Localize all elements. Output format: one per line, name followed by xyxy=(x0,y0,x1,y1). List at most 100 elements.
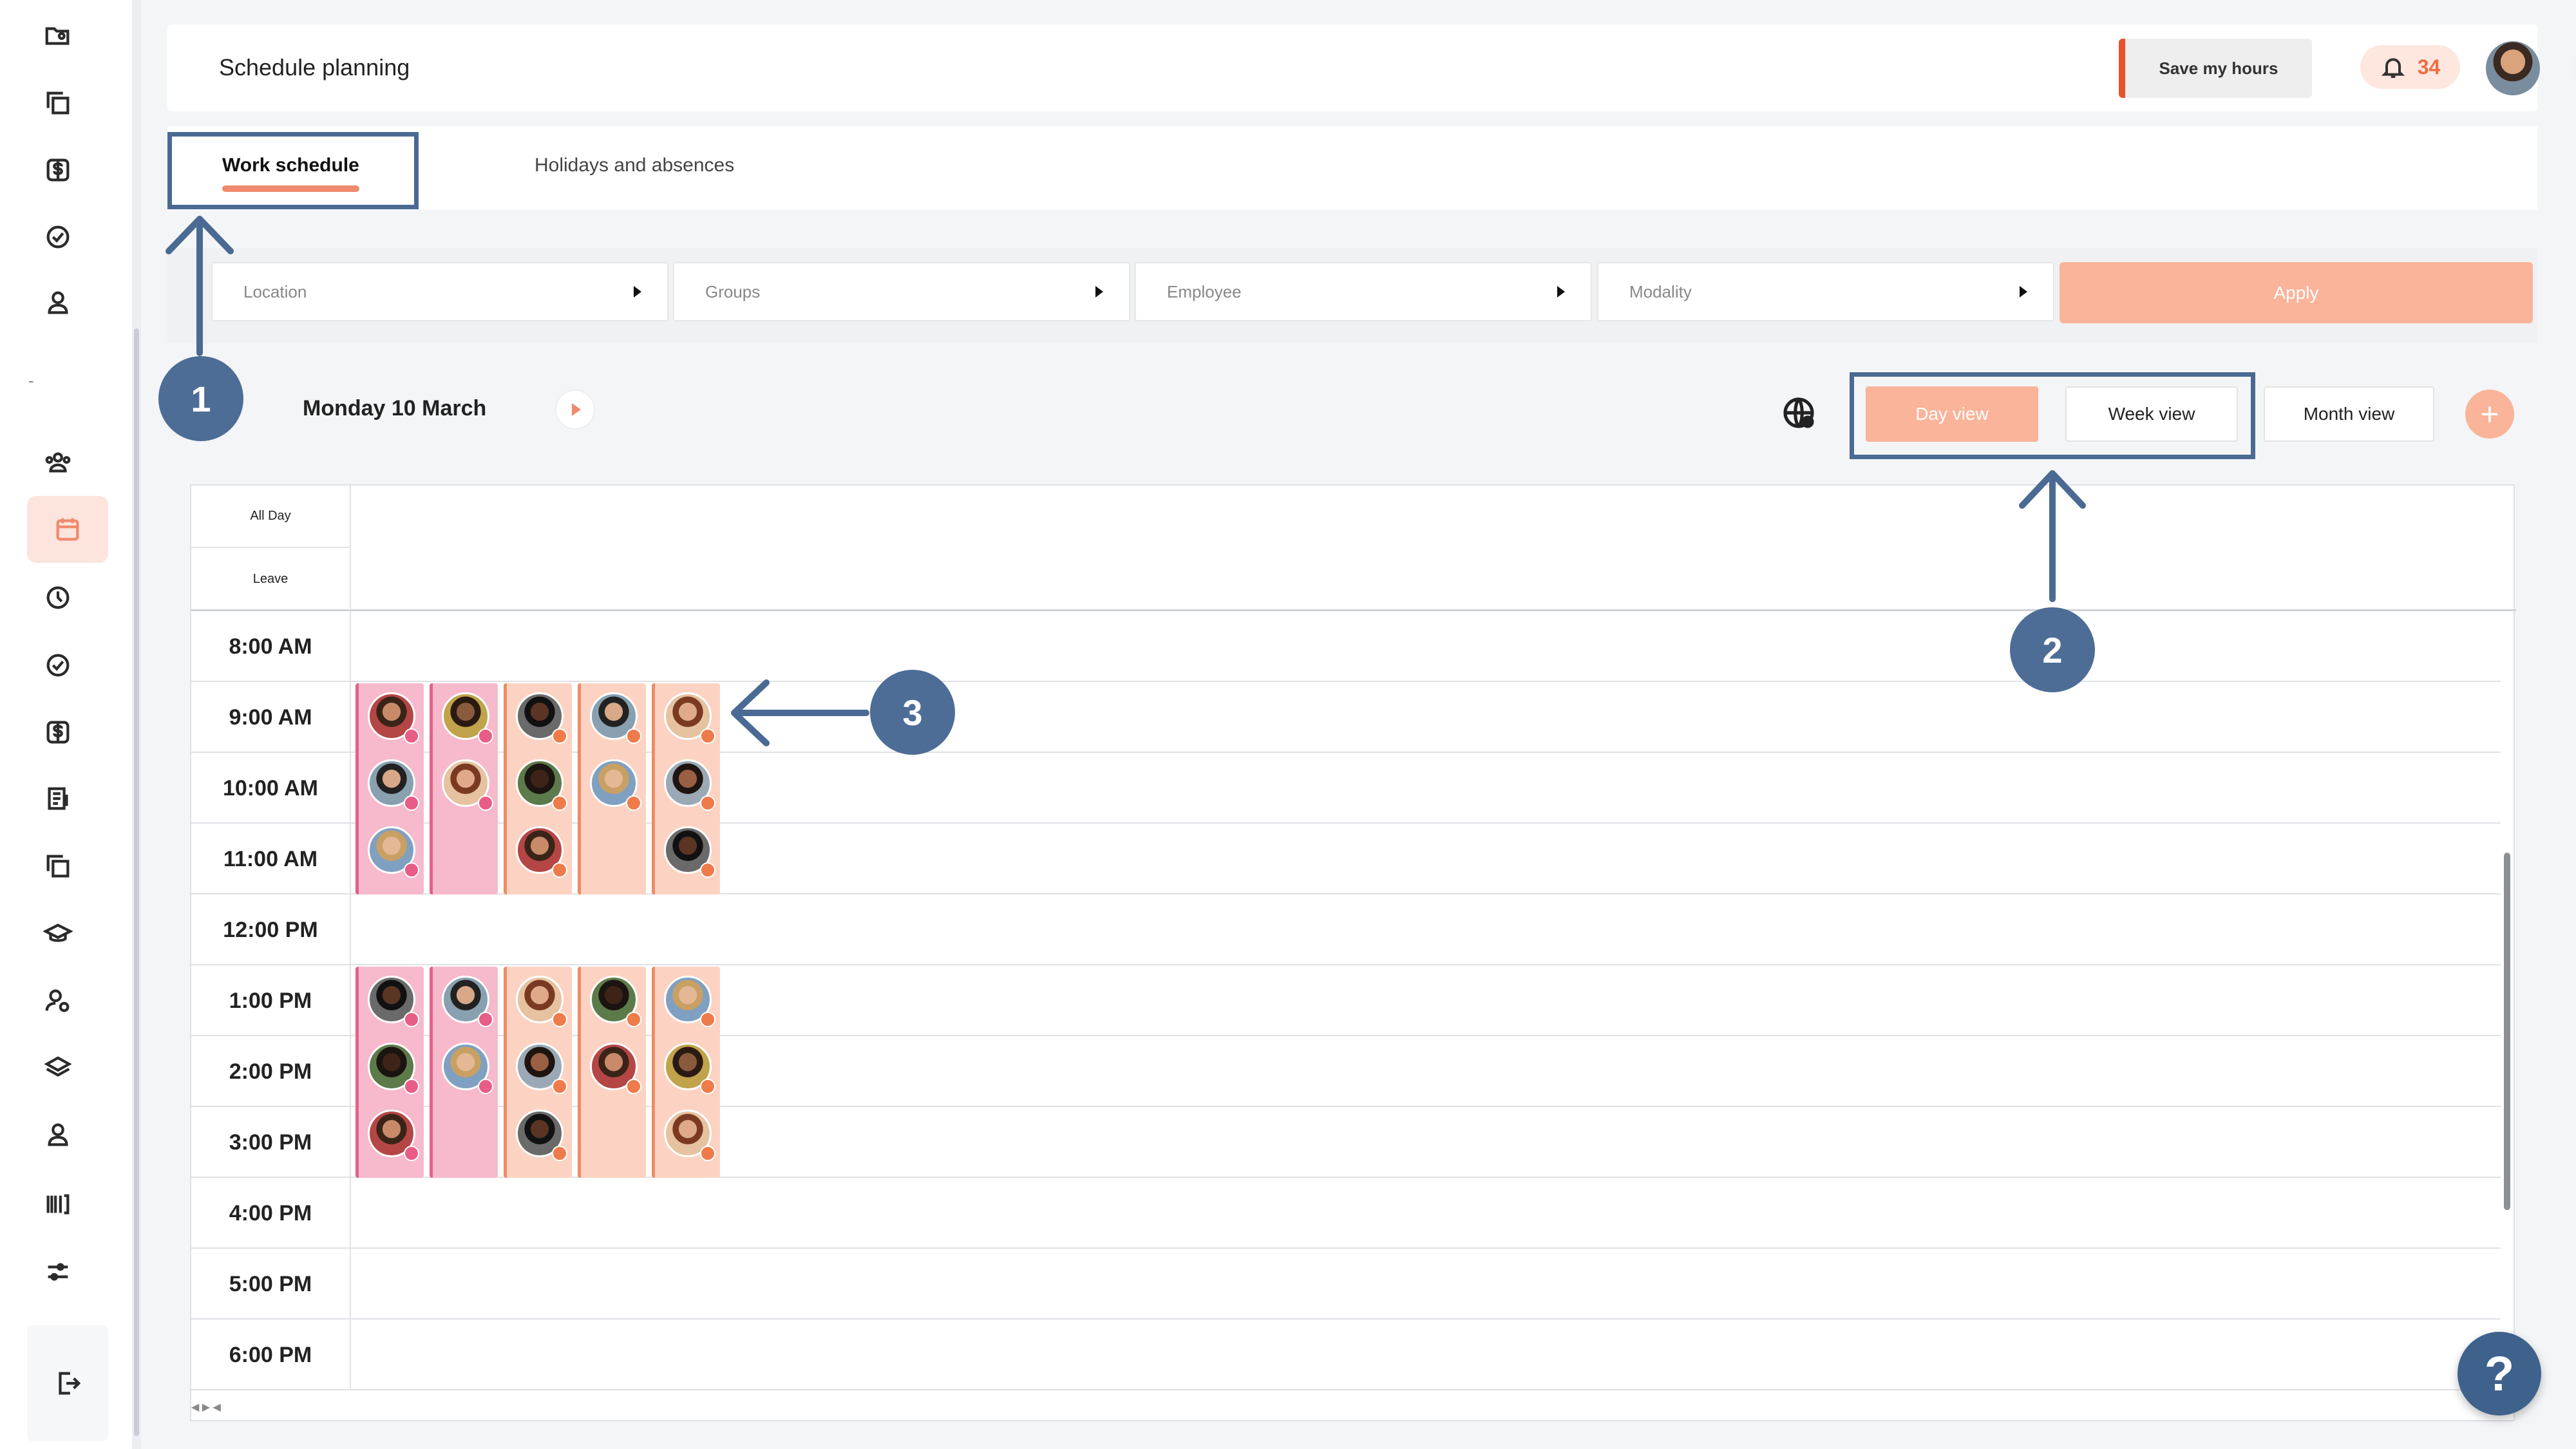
calendar-scrollbar[interactable] xyxy=(2503,627,2511,1400)
time-label: 1:00 PM xyxy=(191,965,351,1036)
caret-right-icon xyxy=(634,286,641,298)
folder-user-icon[interactable] xyxy=(39,17,77,55)
shift-block[interactable] xyxy=(355,967,424,1178)
time-row[interactable]: 6:00 PM xyxy=(191,1320,2501,1390)
status-badge-icon xyxy=(404,862,419,878)
time-row[interactable]: 5:00 PM xyxy=(191,1249,2501,1320)
status-badge-icon xyxy=(404,1146,419,1161)
shift-block[interactable] xyxy=(652,967,720,1178)
status-badge-icon xyxy=(478,1079,493,1094)
calendar-scroll-thumb[interactable] xyxy=(2504,853,2510,1210)
next-day-button[interactable] xyxy=(555,390,595,430)
time-row[interactable]: 8:00 AM xyxy=(191,611,2501,682)
timezone-globe-icon[interactable] xyxy=(1781,395,1817,431)
status-badge-icon xyxy=(404,728,419,744)
status-badge-icon xyxy=(552,1146,567,1161)
calendar-icon[interactable] xyxy=(27,496,108,563)
status-badge-icon xyxy=(700,1079,715,1094)
filter-bar: Location Groups Employee Modality Apply xyxy=(167,248,2537,343)
leave-label: Leave xyxy=(191,548,351,611)
apply-button[interactable]: Apply xyxy=(2060,262,2533,323)
bell-icon xyxy=(2381,58,2405,78)
time-label: 3:00 PM xyxy=(191,1107,351,1178)
status-badge-icon xyxy=(478,795,493,811)
barcode-icon[interactable] xyxy=(39,1185,77,1224)
check-circle-icon[interactable] xyxy=(39,218,77,256)
shift-block[interactable] xyxy=(430,967,498,1178)
annotation-box-tab xyxy=(167,132,419,209)
sidebar-scroll-thumb[interactable] xyxy=(134,328,139,1436)
language-selector[interactable]: EN ⌄ xyxy=(2570,45,2576,91)
sidebar: - xyxy=(0,0,141,1449)
modality-filter-label: Modality xyxy=(1629,281,1692,301)
shift-block[interactable] xyxy=(430,683,498,895)
status-badge-icon xyxy=(552,1012,567,1027)
graduation-cap-icon[interactable] xyxy=(39,914,77,953)
dollar-icon[interactable] xyxy=(39,151,77,189)
current-date: Monday 10 March xyxy=(303,396,487,421)
tab-holidays-absences[interactable]: Holidays and absences xyxy=(535,155,734,176)
help-button[interactable]: ? xyxy=(2458,1332,2541,1416)
time-label: 6:00 PM xyxy=(191,1320,351,1390)
dollar-icon[interactable] xyxy=(39,713,77,752)
status-badge-icon xyxy=(700,862,715,878)
shift-block[interactable] xyxy=(578,967,646,1178)
status-badge-icon xyxy=(700,1146,715,1161)
status-badge-icon xyxy=(552,862,567,878)
logout-icon[interactable] xyxy=(48,1364,87,1403)
shift-block[interactable] xyxy=(355,683,424,895)
status-badge-icon xyxy=(626,1079,641,1094)
groups-filter[interactable]: Groups xyxy=(673,262,1130,321)
shift-block[interactable] xyxy=(504,967,572,1178)
user-settings-icon[interactable] xyxy=(39,981,77,1020)
copy-icon[interactable] xyxy=(39,84,77,122)
caret-right-icon xyxy=(2020,286,2027,298)
time-label: 5:00 PM xyxy=(191,1249,351,1320)
sidebar-separator: - xyxy=(28,371,34,390)
check-circle-icon[interactable] xyxy=(39,646,77,685)
copy-icon[interactable] xyxy=(39,847,77,886)
time-row[interactable]: 4:00 PM xyxy=(191,1178,2501,1249)
month-view-button[interactable]: Month view xyxy=(2264,386,2434,442)
notifications-button[interactable]: 34 xyxy=(2360,45,2460,89)
user-icon[interactable] xyxy=(39,1115,77,1154)
time-label: 11:00 AM xyxy=(191,824,351,895)
location-filter[interactable]: Location xyxy=(211,262,668,321)
status-badge-icon xyxy=(700,728,715,744)
shift-block[interactable] xyxy=(652,683,720,895)
users-icon[interactable] xyxy=(39,443,77,482)
annotation-marker-3: 3 xyxy=(870,670,955,755)
status-badge-icon xyxy=(404,1079,419,1094)
status-badge-icon xyxy=(478,728,493,744)
shift-block[interactable] xyxy=(504,683,572,895)
layers-icon[interactable] xyxy=(39,1048,77,1087)
modality-filter[interactable]: Modality xyxy=(1597,262,2054,321)
time-label: 4:00 PM xyxy=(191,1178,351,1249)
caret-right-icon xyxy=(572,403,581,416)
annotation-box-views xyxy=(1850,372,2255,459)
top-header: Schedule planning Save my hours 34 EN ⌄ xyxy=(167,24,2576,111)
add-shift-button[interactable]: + xyxy=(2465,390,2514,439)
allday-label: All Day xyxy=(191,486,351,548)
calendar-hscroll[interactable]: ◀ ▶ ◀ xyxy=(191,1401,359,1420)
save-hours-button[interactable]: Save my hours xyxy=(2119,39,2312,98)
document-icon[interactable] xyxy=(39,779,77,818)
status-badge-icon xyxy=(700,795,715,811)
clock-icon[interactable] xyxy=(39,578,77,617)
sliders-icon[interactable] xyxy=(39,1253,77,1291)
status-badge-icon xyxy=(552,795,567,811)
status-badge-icon xyxy=(404,795,419,811)
groups-filter-label: Groups xyxy=(705,281,761,301)
status-badge-icon xyxy=(700,1012,715,1027)
employee-filter[interactable]: Employee xyxy=(1135,262,1592,321)
user-icon[interactable] xyxy=(39,283,77,322)
status-badge-icon xyxy=(552,728,567,744)
time-label: 2:00 PM xyxy=(191,1036,351,1107)
status-badge-icon xyxy=(478,1012,493,1027)
user-avatar[interactable] xyxy=(2486,41,2540,95)
time-row[interactable]: 12:00 PM xyxy=(191,895,2501,965)
caret-right-icon xyxy=(1557,286,1565,298)
time-label: 12:00 PM xyxy=(191,895,351,965)
status-badge-icon xyxy=(552,1079,567,1094)
shift-block[interactable] xyxy=(578,683,646,895)
